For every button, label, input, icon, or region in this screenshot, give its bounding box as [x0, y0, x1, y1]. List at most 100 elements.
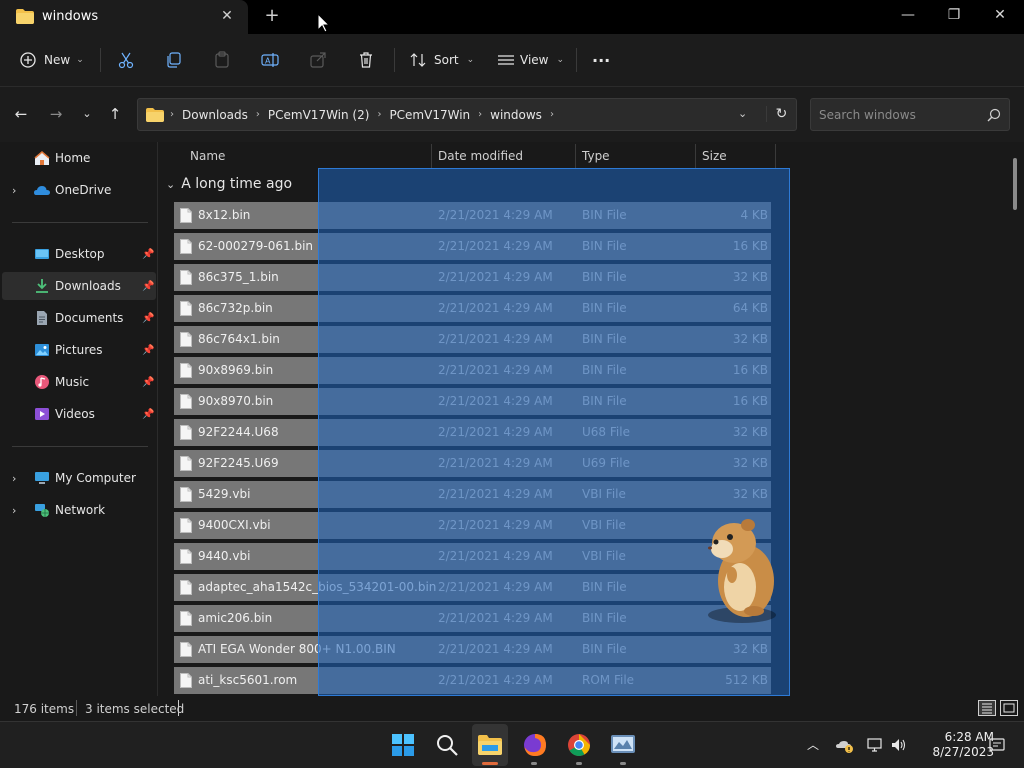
search-icon[interactable]	[987, 108, 1001, 122]
breadcrumb-downloads[interactable]: Downloads	[182, 108, 248, 122]
up-button[interactable]: ↑	[104, 103, 126, 125]
file-row[interactable]: 8x12.bin 2/21/2021 4:29 AM BIN File 4 KB	[174, 202, 771, 229]
file-row[interactable]: 86c764x1.bin 2/21/2021 4:29 AM BIN File 32 …	[174, 326, 771, 353]
pcem-app-icon[interactable]	[610, 732, 636, 758]
close-tab-button[interactable]: ✕	[218, 6, 236, 26]
paste-button[interactable]	[212, 46, 232, 74]
file-date-modified: 2/21/2021 4:29 AM	[438, 456, 553, 470]
view-list-icon	[498, 55, 514, 65]
file-date-modified: 2/21/2021 4:29 AM	[438, 394, 553, 408]
breadcrumb-pcemv17win[interactable]: PCemV17Win	[389, 108, 470, 122]
file-row[interactable]: 86c732p.bin 2/21/2021 4:29 AM BIN File 64 K…	[174, 295, 771, 322]
details-view-button[interactable]	[978, 700, 996, 716]
rename-button[interactable]: A	[260, 46, 280, 74]
cut-button[interactable]	[116, 46, 136, 74]
file-row[interactable]: 86c375_1.bin 2/21/2021 4:29 AM BIN File 32 …	[174, 264, 771, 291]
onedrive-warning-icon[interactable]	[836, 736, 854, 754]
file-row[interactable]: 9400CXI.vbi 2/21/2021 4:29 AM VBI File	[174, 512, 771, 539]
file-list[interactable]: Name Date modified Type Size ⌄ A long ti…	[160, 142, 1024, 696]
sidebar-item-documents[interactable]: Documents 📌	[2, 304, 156, 332]
view-button[interactable]: View ⌄	[496, 46, 564, 74]
sort-icon	[410, 53, 426, 67]
toolbar-divider	[100, 48, 101, 72]
explorer-tab[interactable]: windows ✕	[0, 0, 248, 34]
file-row[interactable]: 90x8969.bin 2/21/2021 4:29 AM BIN File 16 K…	[174, 357, 771, 384]
maximize-button[interactable]: ❐	[931, 0, 977, 30]
item-count: 176 items	[14, 702, 75, 716]
file-size: 32 KB	[732, 456, 768, 470]
sidebar-item-my-computer[interactable]: › My Computer	[2, 464, 156, 492]
sidebar-item-home[interactable]: Home	[2, 144, 156, 172]
vertical-scrollbar[interactable]	[1013, 158, 1017, 210]
chevron-right-icon[interactable]: ›	[12, 504, 16, 517]
refresh-button[interactable]: ↻	[766, 106, 796, 122]
sidebar-item-music[interactable]: Music 📌	[2, 368, 156, 396]
more-options-button[interactable]: ···	[592, 46, 610, 74]
file-row[interactable]: 9440.vbi 2/21/2021 4:29 AM VBI File	[174, 543, 771, 570]
close-window-button[interactable]: ✕	[977, 0, 1023, 30]
file-row[interactable]: 92F2245.U69 2/21/2021 4:29 AM U69 File 32 K…	[174, 450, 771, 477]
clock-date: 8/27/2023	[932, 745, 994, 759]
sidebar-item-network[interactable]: › Network	[2, 496, 156, 524]
volume-icon[interactable]	[890, 736, 908, 754]
firefox-icon[interactable]	[522, 732, 548, 758]
breadcrumb-windows[interactable]: windows	[490, 108, 542, 122]
forward-button[interactable]: →	[45, 103, 67, 125]
column-header-type[interactable]: Type	[576, 144, 696, 168]
column-header-size[interactable]: Size	[696, 144, 776, 168]
search-input[interactable]	[819, 107, 979, 123]
chevron-down-icon[interactable]: ⌄	[166, 178, 175, 191]
chrome-icon[interactable]	[566, 732, 592, 758]
breadcrumb-pcemv17win-2[interactable]: PCemV17Win (2)	[268, 108, 370, 122]
file-icon	[180, 642, 192, 657]
new-button[interactable]: New ⌄	[18, 46, 84, 74]
address-row: ← → ⌄ ↑ › Downloads › PCemV17Win (2) › P…	[0, 86, 1024, 142]
file-row[interactable]: adaptec_aha1542c_bios_534201-00.bin 2/21/…	[174, 574, 771, 601]
address-bar[interactable]: › Downloads › PCemV17Win (2) › PCemV17Wi…	[137, 98, 797, 131]
file-row[interactable]: 5429.vbi 2/21/2021 4:29 AM VBI File 32 KB	[174, 481, 771, 508]
search-box[interactable]	[810, 98, 1010, 131]
tiles-view-button[interactable]	[1000, 700, 1018, 716]
file-row[interactable]: 92F2244.U68 2/21/2021 4:29 AM U68 File 32 K…	[174, 419, 771, 446]
sort-button[interactable]: Sort ⌄	[408, 46, 474, 74]
chevron-up-icon[interactable]: ︿	[804, 736, 822, 754]
address-history-button[interactable]: ⌄	[738, 107, 747, 120]
onedrive-icon	[34, 186, 50, 195]
network-status-icon[interactable]	[866, 736, 884, 754]
share-button[interactable]	[308, 46, 328, 74]
back-button[interactable]: ←	[10, 103, 32, 125]
new-tab-button[interactable]: +	[260, 4, 284, 28]
column-header-date-modified[interactable]: Date modified	[432, 144, 576, 168]
minimize-button[interactable]: —	[885, 0, 931, 30]
recent-locations-button[interactable]: ⌄	[76, 103, 98, 125]
sidebar-item-pictures[interactable]: Pictures 📌	[2, 336, 156, 364]
delete-button[interactable]	[356, 46, 376, 74]
column-header-name[interactable]: Name	[160, 144, 432, 168]
file-name: 9400CXI.vbi	[198, 518, 271, 532]
chevron-right-icon[interactable]: ›	[12, 184, 16, 197]
copy-button[interactable]	[164, 46, 184, 74]
sidebar-item-onedrive[interactable]: › OneDrive	[2, 176, 156, 204]
chevron-right-icon[interactable]: ›	[12, 472, 16, 485]
file-icon	[180, 518, 192, 533]
sort-label: Sort	[434, 53, 459, 67]
sidebar-item-downloads[interactable]: Downloads 📌	[2, 272, 156, 300]
file-row[interactable]: amic206.bin 2/21/2021 4:29 AM BIN File	[174, 605, 771, 632]
file-explorer-icon[interactable]	[477, 732, 503, 758]
sidebar-item-label: Desktop	[55, 247, 105, 261]
group-header[interactable]: ⌄ A long time ago	[166, 176, 292, 192]
copy-icon	[167, 52, 181, 68]
file-row[interactable]: ati_ksc5601.rom 2/21/2021 4:29 AM ROM File…	[174, 667, 771, 694]
folder-icon	[16, 9, 34, 24]
file-row[interactable]: 90x8970.bin 2/21/2021 4:29 AM BIN File 16 K…	[174, 388, 771, 415]
sidebar-item-videos[interactable]: Videos 📌	[2, 400, 156, 428]
notifications-icon[interactable]	[988, 736, 1006, 754]
windows-start-icon[interactable]	[390, 732, 416, 758]
sidebar-item-desktop[interactable]: Desktop 📌	[2, 240, 156, 268]
file-row[interactable]: ATI EGA Wonder 800+ N1.00.BIN 2/21/2021 4…	[174, 636, 771, 663]
file-type: U68 File	[582, 425, 630, 439]
search-icon[interactable]	[434, 732, 460, 758]
file-row[interactable]: 62-000279-061.bin 2/21/2021 4:29 AM BIN Fi…	[174, 233, 771, 260]
taskbar-clock[interactable]: 6:28 AM 8/27/2023	[920, 730, 994, 760]
rename-icon: A	[261, 53, 279, 67]
